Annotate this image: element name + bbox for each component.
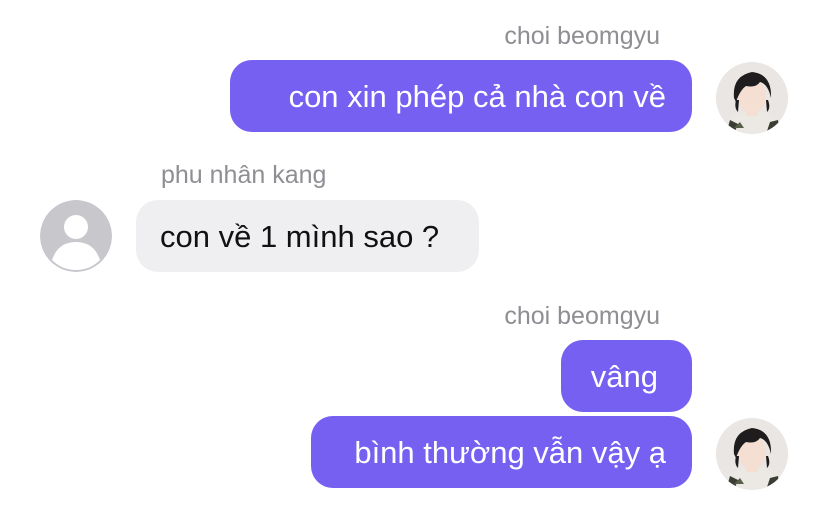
message-text: vâng: [590, 358, 658, 394]
default-avatar[interactable]: [40, 200, 112, 272]
message-bubble-outgoing[interactable]: vâng: [561, 340, 692, 412]
default-person-avatar-icon: [40, 200, 112, 272]
message-text: con xin phép cả nhà con về: [288, 78, 666, 114]
sender-name: choi beomgyu: [504, 22, 660, 50]
sender-avatar[interactable]: [716, 418, 788, 490]
message-bubble-outgoing[interactable]: con xin phép cả nhà con về: [230, 60, 692, 132]
message-bubble-incoming[interactable]: con về 1 mình sao ?: [136, 200, 479, 272]
sender-avatar[interactable]: [716, 62, 788, 134]
message-bubble-outgoing[interactable]: bình thường vẫn vậy ạ: [311, 416, 692, 488]
sender-name: phu nhân kang: [161, 161, 327, 189]
message-text: bình thường vẫn vậy ạ: [354, 434, 666, 470]
message-text: con về 1 mình sao ?: [160, 218, 440, 254]
sender-name: choi beomgyu: [504, 302, 660, 330]
